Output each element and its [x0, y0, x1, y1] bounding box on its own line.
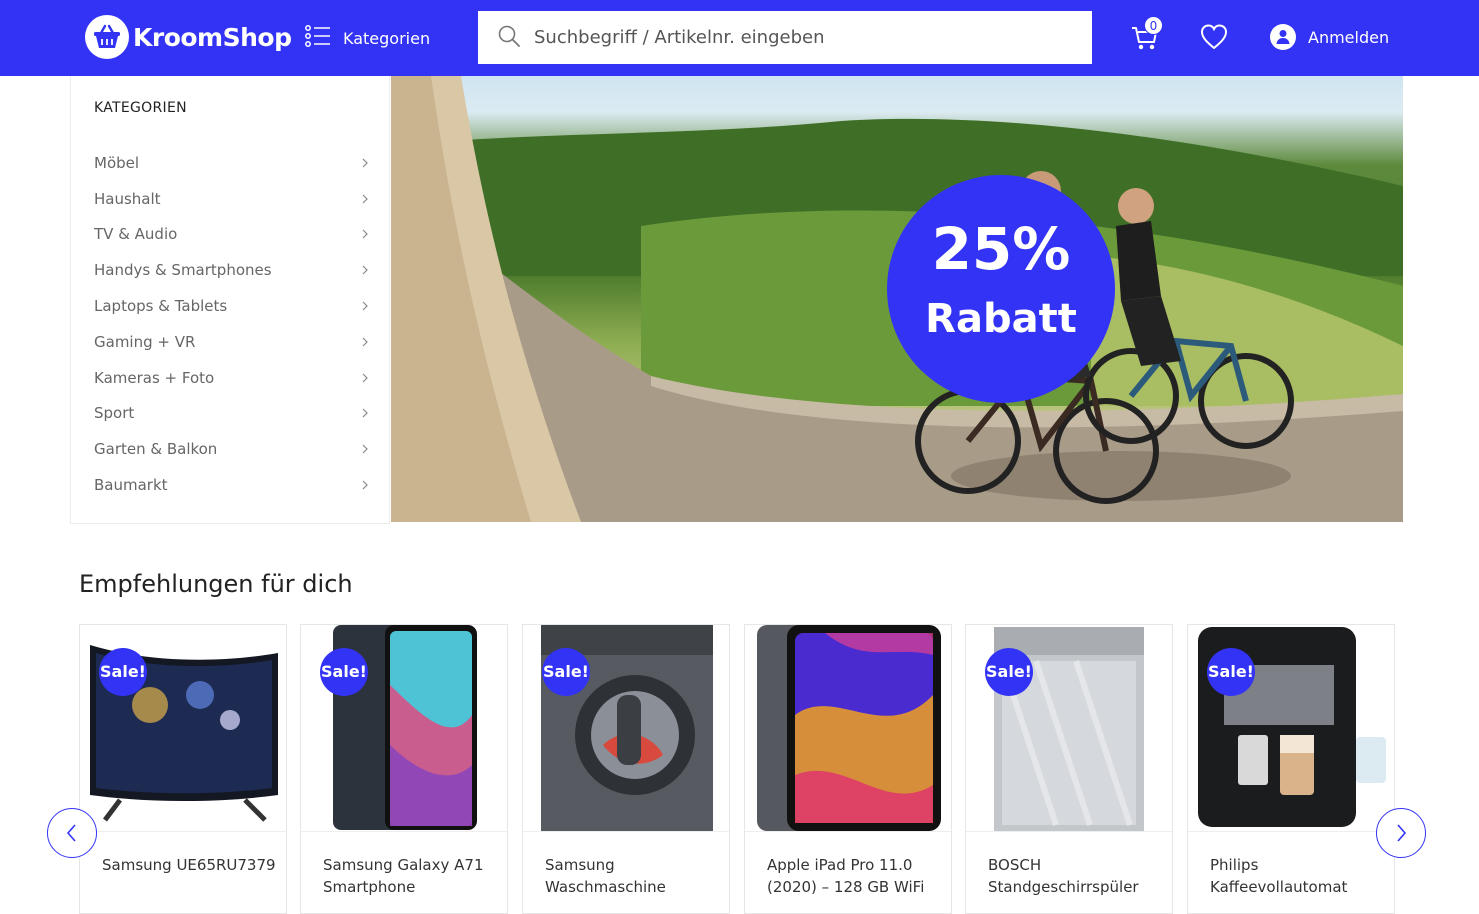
sidebar-item-label: Möbel: [94, 153, 140, 172]
product-image: [745, 625, 951, 832]
recommendations-title: Empfehlungen für dich: [79, 570, 353, 598]
cart-button[interactable]: 0: [1130, 16, 1164, 56]
sidebar-item-kameras[interactable]: Kameras + Foto: [94, 360, 370, 396]
sidebar-item-label: TV & Audio: [94, 225, 178, 244]
sidebar-item-laptops[interactable]: Laptops & Tablets: [94, 288, 370, 324]
product-card[interactable]: Sale! Philips Kaffeevollautomat: [1187, 624, 1395, 914]
login-label: Anmelden: [1308, 27, 1390, 47]
chevron-right-icon: [362, 480, 368, 490]
list-icon: [305, 25, 331, 51]
carousel-prev-button[interactable]: [47, 808, 97, 858]
sale-badge: Sale!: [542, 648, 590, 696]
product-name[interactable]: Samsung UE65RU7379: [102, 854, 282, 876]
chevron-right-icon: [1397, 824, 1407, 842]
category-list: Möbel Haushalt TV & Audio Handys & Smart…: [94, 145, 370, 503]
product-card[interactable]: Sale! Samsung Galaxy A71 Smartphone: [300, 624, 508, 914]
sidebar-item-label: Gaming + VR: [94, 332, 196, 351]
sidebar-item-moebel[interactable]: Möbel: [94, 145, 370, 181]
sidebar-item-label: Laptops & Tablets: [94, 297, 228, 316]
chevron-right-icon: [362, 265, 368, 275]
sidebar-item-haushalt[interactable]: Haushalt: [94, 181, 370, 217]
discount-badge: 25% Rabatt: [887, 175, 1115, 403]
product-image: Sale!: [80, 625, 286, 832]
sale-badge: Sale!: [1207, 648, 1255, 696]
product-card[interactable]: Apple iPad Pro 11.0 (2020) – 128 GB WiFi: [744, 624, 952, 914]
site-header: KroomShop Kategorien Suchbegriff / Artik…: [0, 0, 1479, 76]
sidebar-item-baumarkt[interactable]: Baumarkt: [94, 467, 370, 503]
login-button[interactable]: Anmelden: [1270, 23, 1389, 51]
sale-badge: Sale!: [320, 648, 368, 696]
tablet-icon: [757, 625, 941, 831]
category-sidebar: KATEGORIEN Möbel Haushalt TV & Audio Han…: [70, 76, 390, 524]
sidebar-item-label: Baumarkt: [94, 476, 168, 495]
wishlist-button[interactable]: [1199, 22, 1229, 52]
heart-icon: [1199, 24, 1229, 56]
sidebar-item-handys[interactable]: Handys & Smartphones: [94, 252, 370, 288]
sidebar-item-label: Garten & Balkon: [94, 440, 218, 459]
chevron-right-icon: [362, 158, 368, 168]
chevron-right-icon: [362, 337, 368, 347]
cart-icon: [1130, 27, 1160, 56]
product-name[interactable]: Philips Kaffeevollautomat: [1210, 854, 1390, 898]
product-name[interactable]: Samsung Galaxy A71 Smartphone: [323, 854, 503, 898]
product-card[interactable]: Sale! BOSCH Standgeschirrspüler: [965, 624, 1173, 914]
product-card[interactable]: Sale! Samsung UE65RU7379: [79, 624, 287, 914]
logo-text: KroomShop: [133, 22, 292, 52]
product-image: Sale!: [1188, 625, 1394, 832]
search-input[interactable]: [534, 11, 1092, 64]
product-name[interactable]: Samsung Waschmaschine: [545, 854, 725, 898]
hero-banner[interactable]: 25% Rabatt: [391, 76, 1403, 522]
search-icon[interactable]: [498, 25, 520, 51]
categories-label: Kategorien: [343, 28, 431, 48]
chevron-right-icon: [362, 373, 368, 383]
chevron-right-icon: [362, 194, 368, 204]
sidebar-item-gaming[interactable]: Gaming + VR: [94, 324, 370, 360]
cart-count-badge: 0: [1144, 16, 1163, 35]
sidebar-item-label: Haushalt: [94, 189, 161, 208]
chevron-left-icon: [66, 824, 76, 842]
chevron-right-icon: [362, 230, 368, 239]
sidebar-title: KATEGORIEN: [94, 100, 187, 116]
product-image: Sale!: [966, 625, 1172, 832]
logo[interactable]: KroomShop: [85, 14, 292, 60]
sidebar-item-label: Handys & Smartphones: [94, 261, 272, 280]
sidebar-item-sport[interactable]: Sport: [94, 396, 370, 432]
product-name[interactable]: BOSCH Standgeschirrspüler: [988, 854, 1168, 898]
product-image: Sale!: [523, 625, 729, 832]
user-icon: [1270, 24, 1296, 50]
product-image: Sale!: [301, 625, 507, 832]
discount-percent: 25%: [931, 215, 1071, 283]
chevron-right-icon: [362, 301, 368, 311]
carousel-next-button[interactable]: [1376, 808, 1426, 858]
categories-menu-button[interactable]: Kategorien: [305, 24, 430, 52]
sidebar-item-tv-audio[interactable]: TV & Audio: [94, 217, 370, 253]
basket-icon: [85, 15, 129, 59]
product-name[interactable]: Apple iPad Pro 11.0 (2020) – 128 GB WiFi: [767, 854, 947, 898]
product-carousel: Sale! Samsung UE65RU7379 Sale! Samsung G…: [79, 624, 1395, 914]
product-card[interactable]: Sale! Samsung Waschmaschine: [522, 624, 730, 914]
search-bar: [478, 11, 1092, 64]
sidebar-item-label: Kameras + Foto: [94, 368, 215, 387]
discount-label: Rabatt: [925, 296, 1077, 342]
sidebar-item-label: Sport: [94, 404, 135, 423]
chevron-right-icon: [362, 409, 368, 418]
sale-badge: Sale!: [99, 648, 147, 696]
chevron-right-icon: [362, 444, 368, 454]
sidebar-item-garten[interactable]: Garten & Balkon: [94, 431, 370, 467]
sale-badge: Sale!: [985, 648, 1033, 696]
